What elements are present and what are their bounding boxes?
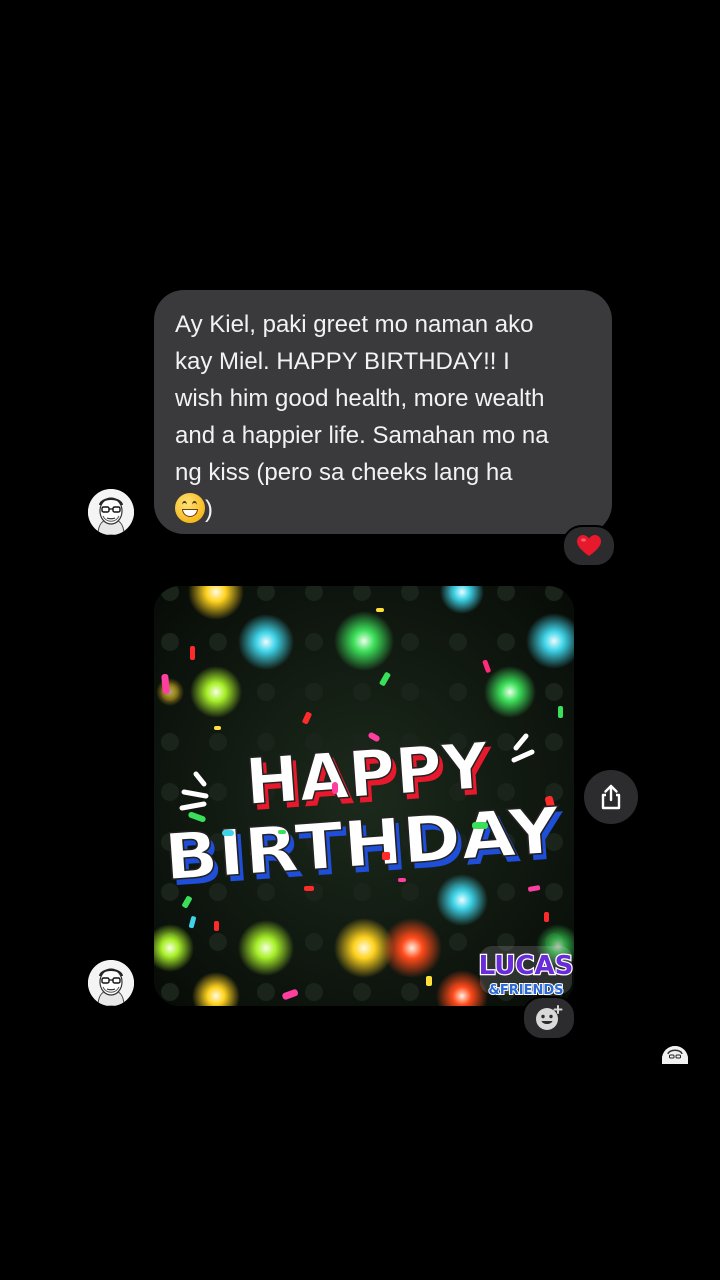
share-icon: [601, 784, 621, 810]
background-bulb: [353, 983, 371, 1001]
man-with-glasses-avatar-icon: [88, 489, 134, 535]
heart-reaction[interactable]: [562, 525, 616, 567]
background-bulb: [209, 633, 227, 651]
sender-avatar[interactable]: [88, 489, 134, 535]
add-reaction-button[interactable]: [522, 996, 576, 1040]
background-bulb: [401, 983, 419, 1001]
birthday-gif[interactable]: HAPPY HAPPY BIRTHDAY BIRTHDAY LUCAS &FRI…: [154, 586, 574, 1006]
background-bulb: [209, 933, 227, 951]
background-bulb: [161, 783, 179, 801]
background-bulb: [161, 733, 179, 751]
background-bulb: [545, 683, 563, 701]
background-bulb: [257, 683, 275, 701]
background-bulb: [545, 733, 563, 751]
message-last-line: ): [175, 491, 592, 528]
share-button[interactable]: [584, 770, 638, 824]
message-line: wish him good health, more wealth: [175, 385, 545, 412]
grinning-face-emoji-icon: [175, 493, 205, 523]
sender-avatar[interactable]: [88, 960, 134, 1006]
background-bulb: [401, 683, 419, 701]
background-bulb: [305, 683, 323, 701]
background-bulb: [305, 933, 323, 951]
background-bulb: [497, 733, 515, 751]
background-bulb: [161, 633, 179, 651]
background-bulb: [257, 983, 275, 1001]
lucas-and-friends-logo: LUCAS &FRIENDS: [477, 946, 574, 999]
heart-icon: [577, 535, 601, 556]
message-line: ng kiss (pero sa cheeks lang ha: [175, 459, 513, 486]
message-bubble[interactable]: Ay Kiel, paki greet mo naman ako kay Mie…: [154, 290, 612, 534]
background-bulb: [449, 683, 467, 701]
background-bulb: [401, 883, 419, 901]
message-line: and a happier life. Samahan mo na: [175, 422, 549, 449]
background-bulb: [497, 883, 515, 901]
background-bulb: [209, 733, 227, 751]
background-bulb: [449, 633, 467, 651]
background-bulb: [209, 783, 227, 801]
message-line: Ay Kiel, paki greet mo naman ako: [175, 311, 534, 338]
man-with-glasses-avatar-icon: [88, 960, 134, 1006]
add-reaction-icon: [536, 1005, 563, 1030]
background-bulb: [305, 983, 323, 1001]
background-bulb: [305, 633, 323, 651]
background-bulb: [497, 633, 515, 651]
happy-birthday-gif-image: HAPPY HAPPY BIRTHDAY BIRTHDAY LUCAS &FRI…: [154, 586, 574, 1006]
background-bulb: [401, 633, 419, 651]
background-bulb: [449, 933, 467, 951]
message-line: ): [205, 496, 213, 523]
seen-receipt-avatar: [662, 1046, 688, 1064]
read-receipt-avatar-icon: [662, 1046, 688, 1064]
background-bulb: [161, 983, 179, 1001]
logo-text-lucas: LUCAS: [479, 951, 574, 981]
message-line: kay Miel. HAPPY BIRTHDAY!! I: [175, 348, 510, 375]
background-bulb: [545, 883, 563, 901]
background-bulb: [353, 683, 371, 701]
